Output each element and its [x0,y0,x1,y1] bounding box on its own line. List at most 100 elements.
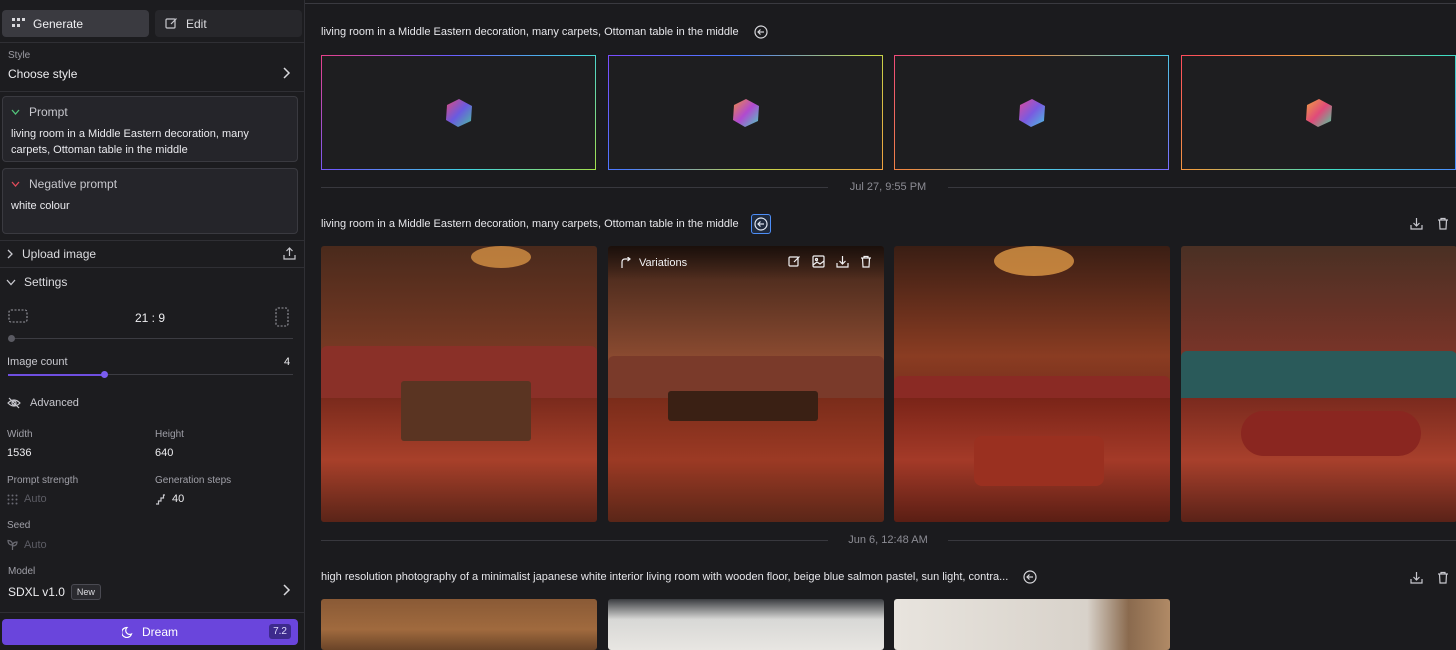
advanced-label: Advanced [30,397,79,409]
download-icon[interactable] [1410,217,1423,230]
sprout-icon [7,539,18,550]
generation-feed: living room in a Middle Eastern decorati… [305,0,1456,650]
dream-label: Dream [141,625,178,639]
image-count-slider-handle[interactable] [101,371,108,378]
style-label: Style [8,50,31,61]
height-field[interactable]: 640 [155,447,173,459]
negative-prompt-label: Negative prompt [29,177,118,191]
image-count-slider-fill [8,374,104,376]
edit-icon[interactable] [788,255,801,268]
download-icon[interactable] [836,255,849,268]
image-hover-toolbar: Variations [608,246,884,280]
upload-image-label: Upload image [22,247,97,261]
steps-icon [156,493,165,505]
height-label: Height [155,429,184,440]
generated-image[interactable] [894,599,1170,650]
model-value: SDXL v1.0 [8,585,65,599]
loading-hexagon-icon [1019,99,1045,127]
dream-button[interactable]: Dream 7.2 [2,619,298,645]
trash-icon[interactable] [860,255,872,268]
prompt-text-3: high resolution photography of a minimal… [321,571,1009,583]
prompt-strength-value: Auto [24,493,47,505]
chevron-down-icon [6,279,16,285]
sidebar: Generate Edit Style Choose style Prompt … [0,0,305,650]
generated-image[interactable] [608,599,884,650]
advanced-toggle[interactable]: Advanced [7,397,79,409]
aspect-ratio-slider[interactable] [8,338,293,339]
row-actions [1410,571,1449,584]
seed-field[interactable]: Auto [7,539,47,551]
download-icon[interactable] [1410,571,1423,584]
tab-generate-label: Generate [33,16,84,31]
landscape-ratio-icon[interactable] [8,309,28,323]
image-count-label: Image count [7,356,68,368]
generated-image[interactable] [321,599,597,650]
divider [0,91,304,92]
prompt-input[interactable]: living room in a Middle Eastern decorati… [11,126,281,158]
chevron-right-icon [7,249,13,259]
trash-icon[interactable] [1437,217,1449,230]
chevron-down-icon [11,181,20,187]
divider [0,612,304,613]
upload-icon[interactable] [283,247,296,260]
arrow-left-circle-icon [754,25,768,39]
negative-prompt-box[interactable]: Negative prompt white colour [2,168,298,234]
negative-prompt-input[interactable]: white colour [11,198,281,214]
portrait-ratio-icon[interactable] [275,307,289,327]
mode-tabs: Generate Edit [2,10,302,37]
prompt-header[interactable]: Prompt [11,105,68,119]
reuse-prompt-button[interactable] [751,22,771,42]
style-selector[interactable]: Choose style [8,67,77,81]
prompt-strength-field[interactable]: Auto [7,493,47,505]
generated-image[interactable]: Variations [608,246,884,522]
moon-icon [121,626,133,638]
generation-steps-field[interactable]: 40 [155,493,184,505]
chevron-down-icon [11,109,20,115]
arrow-left-circle-icon [1023,570,1037,584]
seed-label: Seed [7,520,31,531]
divider [0,267,304,268]
generation-steps-value: 40 [172,493,185,505]
grid-icon [12,18,25,27]
tab-edit[interactable]: Edit [155,10,302,37]
generated-image[interactable] [321,246,597,522]
top-divider [305,3,1456,4]
generating-placeholder [608,55,883,170]
prompt-text-1: living room in a Middle Eastern decorati… [321,26,739,38]
loading-hexagon-icon [446,99,472,127]
prompt-row-2: living room in a Middle Eastern decorati… [321,214,771,234]
dots-grid-icon [7,494,18,504]
reuse-prompt-button[interactable] [1020,567,1040,587]
settings-label: Settings [24,275,68,289]
prompt-box[interactable]: Prompt living room in a Middle Eastern d… [2,96,298,162]
generated-image[interactable] [1181,246,1456,522]
width-field[interactable]: 1536 [7,447,31,459]
variations-button[interactable]: Variations [639,257,687,269]
loading-hexagon-icon [1306,99,1332,127]
divider [0,240,304,241]
date-label: Jun 6, 12:48 AM [828,534,948,546]
generating-placeholder [321,55,596,170]
chevron-right-icon[interactable] [280,583,292,597]
generated-image[interactable] [894,246,1170,522]
eye-off-icon [7,397,21,409]
prompt-text-2: living room in a Middle Eastern decorati… [321,218,739,230]
model-selector[interactable]: SDXL v1.0 New [8,584,101,600]
width-label: Width [7,429,33,440]
reuse-prompt-button[interactable] [750,214,771,234]
prompt-strength-label: Prompt strength [7,475,79,486]
seed-value: Auto [24,539,47,551]
new-badge: New [70,584,101,600]
loading-hexagon-icon [733,99,759,127]
image-icon[interactable] [812,255,825,268]
negative-prompt-header[interactable]: Negative prompt [11,177,117,191]
settings-row[interactable]: Settings [0,272,304,292]
aspect-ratio-slider-handle[interactable] [8,335,15,342]
tab-generate[interactable]: Generate [2,10,149,37]
model-label: Model [8,566,36,577]
upload-image-row[interactable]: Upload image [0,244,304,264]
trash-icon[interactable] [1437,571,1449,584]
generation-steps-label: Generation steps [155,475,232,486]
chevron-right-icon[interactable] [280,66,292,80]
tab-edit-label: Edit [186,16,207,31]
